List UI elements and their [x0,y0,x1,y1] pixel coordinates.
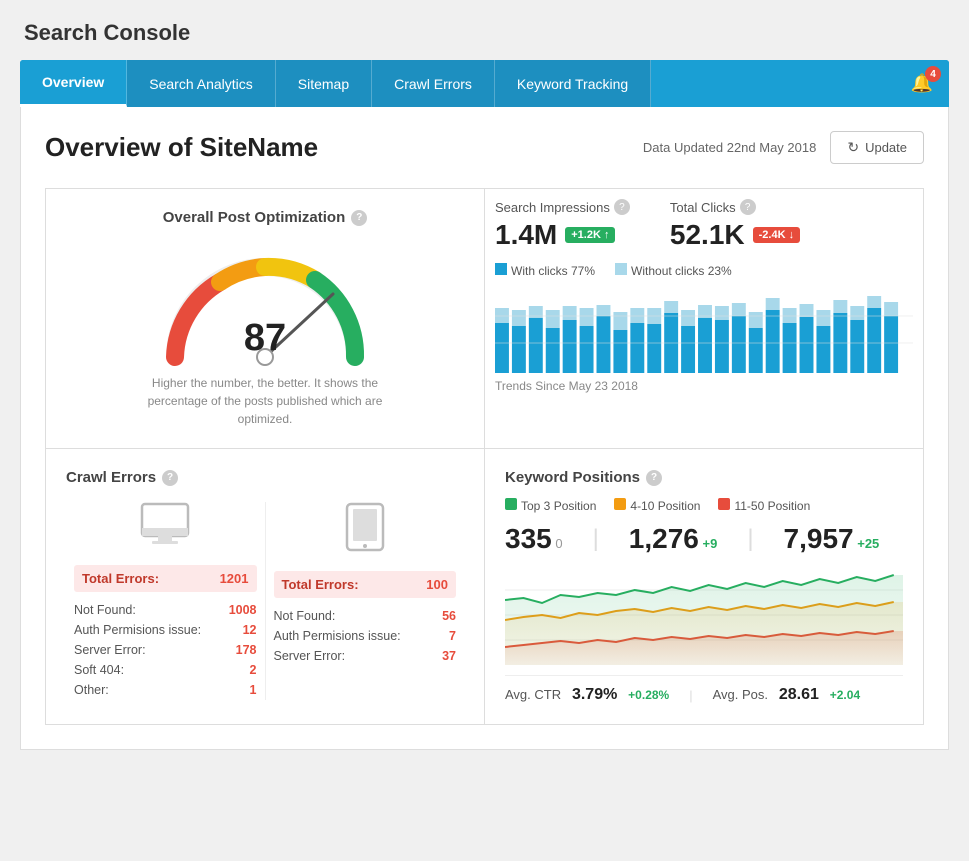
nav-item-overview[interactable]: Overview [20,60,127,107]
gauge-container: 87 [155,242,375,362]
impressions-help-icon[interactable]: ? [614,199,630,215]
desktop-soft-404: Soft 404: 2 [74,660,257,680]
svg-text:87: 87 [244,317,286,359]
tablet-not-found: Not Found: 56 [274,606,457,626]
kw-dot-green [505,498,517,510]
impressions-metric: Search Impressions ? 1.4M +1.2K ↑ [495,199,630,251]
keyword-title: Keyword Positions ? [505,469,903,486]
desktop-error-rows: Not Found: 1008 Auth Permisions issue: 1… [74,600,257,700]
crawl-help-icon[interactable]: ? [162,470,178,486]
clicks-metric: Total Clicks ? 52.1K -2.4K ↓ [670,199,800,251]
ctr-label: Avg. CTR 3.79% +0.28% [505,686,669,704]
refresh-icon: ↻ [847,139,859,156]
dashboard-grid: Overall Post Optimization ? [45,188,924,725]
nav-item-keyword-tracking[interactable]: Keyword Tracking [495,60,651,107]
desktop-other: Other: 1 [74,680,257,700]
gauge-svg: 87 [155,242,375,372]
line-chart [505,565,903,665]
metrics-row: Search Impressions ? 1.4M +1.2K ↑ Total … [495,199,913,251]
crawl-cell: Crawl Errors ? [46,449,484,724]
data-updated-text: Data Updated 22nd May 2018 [643,140,816,155]
desktop-total-errors: Total Errors: 1201 [74,565,257,592]
kw-legend: Top 3 Position 4-10 Position 11-50 Posit… [505,498,903,513]
crawl-desktop: Total Errors: 1201 Not Found: 1008 Auth … [66,502,265,700]
keyword-cell: Keyword Positions ? Top 3 Position 4-10 … [485,449,923,724]
gauge-desc: Higher the number, the better. It shows … [125,374,405,428]
kw-dot-yellow [614,498,626,510]
pos-label: Avg. Pos. 28.61 +2.04 [713,686,861,704]
overview-title: Overview of SiteName [45,132,318,163]
nav-bar: Overview Search Analytics Sitemap Crawl … [20,60,949,107]
impressions-cell: Search Impressions ? 1.4M +1.2K ↑ Total … [485,189,923,448]
desktop-icon [74,502,257,555]
bell-badge: 4 [925,66,941,82]
kw-metric-top3: 335 0 [505,523,563,555]
page-title: Search Console [20,20,949,46]
chart-legend: With clicks 77% Without clicks 23% [495,263,913,278]
kw-metric-11to50: 7,957 +25 [784,523,880,555]
keyword-help-icon[interactable]: ? [646,470,662,486]
gauge-title: Overall Post Optimization ? [66,209,464,226]
chart-note: Trends Since May 23 2018 [495,379,913,393]
nav-spacer [651,60,894,107]
desktop-auth: Auth Permisions issue: 12 [74,620,257,640]
page-wrapper: Search Console Overview Search Analytics… [0,0,969,770]
kw-footer: Avg. CTR 3.79% +0.28% | Avg. Pos. 28.61 … [505,675,903,704]
legend-light-dot [615,263,627,275]
clicks-value: 52.1K -2.4K ↓ [670,219,800,251]
legend-dark-dot [495,263,507,275]
impressions-value: 1.4M +1.2K ↑ [495,219,630,251]
bar-chart-svg [495,288,913,373]
overview-meta: Data Updated 22nd May 2018 ↻ Update [643,131,924,164]
gauge-help-icon[interactable]: ? [351,210,367,226]
clicks-help-icon[interactable]: ? [740,199,756,215]
nav-item-search-analytics[interactable]: Search Analytics [127,60,276,107]
line-chart-svg [505,565,903,665]
kw-metric-4to10: 1,276 +9 [629,523,718,555]
tablet-auth: Auth Permisions issue: 7 [274,626,457,646]
bar-chart [495,288,913,373]
nav-item-sitemap[interactable]: Sitemap [276,60,372,107]
crawl-devices: Total Errors: 1201 Not Found: 1008 Auth … [66,502,464,700]
tablet-icon [274,502,457,561]
tablet-error-rows: Not Found: 56 Auth Permisions issue: 7 S… [274,606,457,666]
kw-metrics-row: 335 0 | 1,276 +9 | 7,957 +25 [505,523,903,555]
gauge-cell: Overall Post Optimization ? [46,189,484,448]
clicks-badge: -2.4K ↓ [753,227,800,243]
tablet-total-errors: Total Errors: 100 [274,571,457,598]
overview-header: Overview of SiteName Data Updated 22nd M… [45,131,924,164]
main-content: Overview of SiteName Data Updated 22nd M… [20,107,949,750]
kw-dot-red [718,498,730,510]
update-button[interactable]: ↻ Update [830,131,924,164]
desktop-server-error: Server Error: 178 [74,640,257,660]
nav-item-crawl-errors[interactable]: Crawl Errors [372,60,495,107]
crawl-title: Crawl Errors ? [66,469,464,486]
impressions-badge: +1.2K ↑ [565,227,615,243]
tablet-server-error: Server Error: 37 [274,646,457,666]
crawl-tablet: Total Errors: 100 Not Found: 56 Auth Per… [265,502,465,700]
notification-bell[interactable]: 🔔 4 [895,60,949,107]
desktop-not-found: Not Found: 1008 [74,600,257,620]
